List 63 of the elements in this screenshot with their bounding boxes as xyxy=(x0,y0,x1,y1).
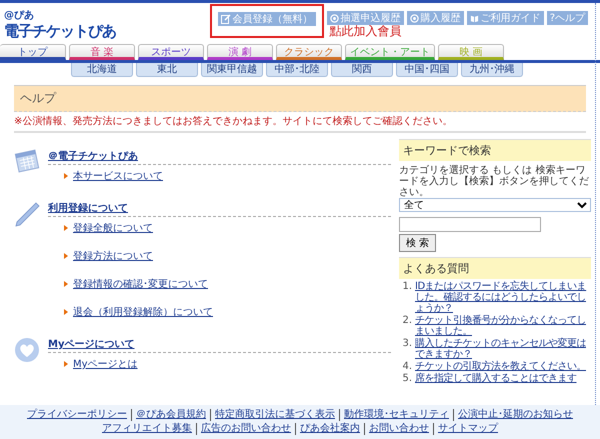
item-number: 4. xyxy=(401,361,412,372)
footer-link[interactable]: サイトマップ xyxy=(433,423,502,435)
pen-icon xyxy=(14,201,40,227)
calendar-icon xyxy=(14,149,40,173)
search-button[interactable]: 検 索 xyxy=(399,234,436,252)
footer-link[interactable]: 広告のお問い合わせ xyxy=(196,423,295,435)
notice-text: ※公演情報、発売方法につきましてはお答えできかねます。サイトにて検索してご確認ください。 xyxy=(14,114,586,133)
category-tab[interactable]: トップ xyxy=(0,44,66,60)
region-tab[interactable]: 東北 xyxy=(136,63,198,77)
bullet-icon xyxy=(64,309,68,315)
help-link[interactable]: 本サービスについて xyxy=(73,169,163,183)
region-tab[interactable]: 北海道 xyxy=(71,63,133,77)
category-tab[interactable]: スポーツ xyxy=(138,44,204,60)
footer-link[interactable]: ぴあ会社案内 xyxy=(295,423,364,435)
search-description: カテゴリを選択する もしくは 検索キーワードを入力し【検索】ボタンを押してください。 xyxy=(399,165,590,198)
region-tab[interactable]: 関西 xyxy=(331,63,393,77)
bullet-icon xyxy=(64,361,68,367)
footer-link[interactable]: お問い合わせ xyxy=(364,423,433,435)
section-title[interactable]: ＠電子チケットぴあ xyxy=(48,151,138,162)
keyword-field[interactable] xyxy=(399,217,541,232)
annotation-text: 點此加入會員 xyxy=(330,25,402,38)
item-number: 3. xyxy=(401,338,412,351)
page-title: ヘルプ xyxy=(14,85,586,112)
note-edit-icon xyxy=(220,14,231,24)
region-tab[interactable]: 九州･沖縄 xyxy=(461,63,523,77)
section-title[interactable]: Myページについて xyxy=(48,339,134,350)
faq-link[interactable]: 購入したチケットのキャンセルや変更はできますか？ xyxy=(415,338,591,360)
bullet-icon xyxy=(64,253,68,259)
search-heading: キーワードで検索 xyxy=(399,139,591,161)
footer-link[interactable]: アフィリエイト募集 xyxy=(98,423,196,435)
logo-small-text: @ぴあ xyxy=(4,9,35,22)
help-link[interactable]: Myページとは xyxy=(73,357,138,371)
help-link[interactable]: 退会（利用登録解除）について xyxy=(73,305,213,319)
footer-link[interactable]: 特定商取引法に基づく表示 xyxy=(210,409,339,421)
circle-icon xyxy=(410,14,419,22)
bullet-icon xyxy=(64,173,68,179)
help-link[interactable]: 登録情報の確認･変更について xyxy=(73,277,208,291)
item-number: 2. xyxy=(401,315,412,328)
faq-link[interactable]: チケット引換番号が分からなくなってしまいました。 xyxy=(415,315,591,337)
help-link[interactable]: 登録方法について xyxy=(73,249,153,263)
faq-heading: よくある質問 xyxy=(399,257,591,279)
faq-link[interactable]: IDまたはパスワードを忘失してしまいました。確認するにはどうしたらよいでしょうか？ xyxy=(415,281,591,314)
faq-link[interactable]: 席を指定して購入することはできます xyxy=(415,373,576,384)
footer-link[interactable]: 公演中止･延期のお知らせ xyxy=(453,409,577,421)
logo[interactable]: 電子チケットぴあ xyxy=(4,22,116,41)
region-tab[interactable]: 中部･北陸 xyxy=(266,63,328,77)
category-tab[interactable]: 音 楽 xyxy=(69,44,135,60)
footer-link[interactable]: ＠ぴあ会員規約 xyxy=(131,409,210,421)
item-number: 5. xyxy=(401,373,412,384)
category-tab[interactable]: 演 劇 xyxy=(207,44,273,60)
faq-link[interactable]: チケットの引取方法を教えてください。 xyxy=(415,361,586,372)
footer-link[interactable]: プライバシーポリシー xyxy=(23,409,131,421)
region-tab[interactable]: 関東甲信越 xyxy=(201,63,263,77)
bullet-icon xyxy=(64,225,68,231)
footer-link[interactable]: 動作環境･セキュリティ xyxy=(339,409,453,421)
item-number: 1. xyxy=(401,281,412,294)
circle-icon xyxy=(330,14,339,22)
help-link[interactable]: 登録全般について xyxy=(73,221,153,235)
book-icon xyxy=(470,14,479,22)
category-dropdown[interactable]: 全て xyxy=(399,198,591,212)
region-tab[interactable]: 中国･四国 xyxy=(396,63,458,77)
bullet-icon xyxy=(64,281,68,287)
section-title[interactable]: 利用登録について xyxy=(48,203,128,214)
